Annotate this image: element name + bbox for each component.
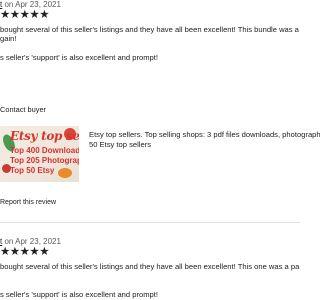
review-text-line: s seller's 'support' is also excellent a… — [0, 290, 158, 299]
listing-title-link[interactable]: Etsy top sellers. Top selling shops: 3 p… — [89, 130, 320, 150]
listing-title-line: Etsy top sellers. Top selling shops: 3 p… — [89, 130, 320, 139]
reviewed-listing[interactable]: Etsy top sellers Top 400 Downloads Top 2… — [0, 126, 320, 186]
contact-buyer-link[interactable]: Contact buyer — [0, 105, 46, 114]
report-review-link[interactable]: Report this review — [0, 199, 56, 206]
thumbnail-text: Top 400 Downloads — [10, 146, 79, 155]
review-text-line: bought several of this seller's listings… — [0, 262, 300, 271]
review-meta: t on Apr 23, 2021 — [0, 237, 61, 246]
review-text-line: bought several of this seller's listings… — [0, 25, 299, 34]
listing-title-line: 50 Etsy top sellers — [89, 140, 152, 149]
review-divider — [0, 222, 300, 223]
leaf-decoration-icon — [58, 168, 72, 178]
listing-thumbnail[interactable]: Etsy top sellers Top 400 Downloads Top 2… — [0, 126, 79, 182]
thumbnail-heading: Etsy top sellers — [10, 129, 79, 143]
review-date: on Apr 23, 2021 — [2, 237, 61, 246]
review-text-line: s seller's 'support' is also excellent a… — [0, 53, 158, 62]
star-rating: ★★★★★ — [0, 246, 50, 258]
review-meta: t on Apr 23, 2021 — [0, 0, 61, 9]
review-date: on Apr 23, 2021 — [2, 0, 61, 9]
star-rating: ★★★★★ — [0, 9, 50, 21]
thumbnail-text: Top 50 Etsy — [10, 166, 55, 175]
thumbnail-text: Top 205 Photography — [10, 156, 79, 165]
review-text-line: gain! — [0, 34, 17, 43]
